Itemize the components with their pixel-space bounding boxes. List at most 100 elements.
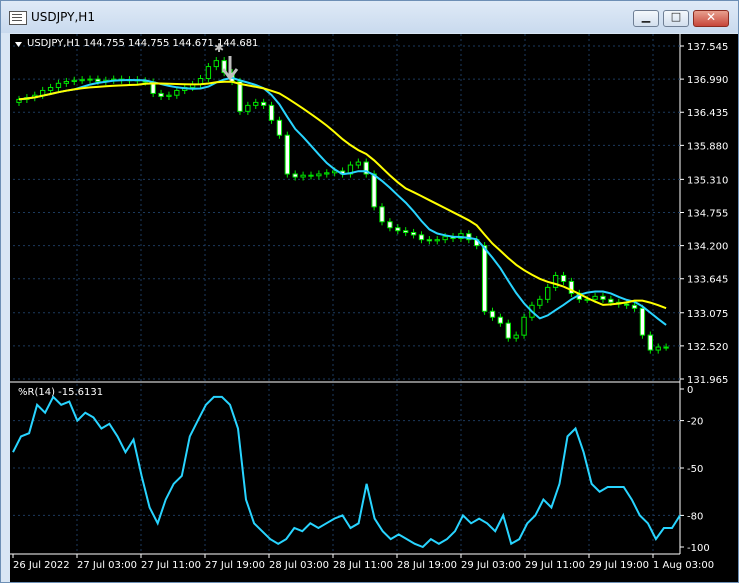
- candle: [276, 119, 283, 136]
- trade-marker-icon: ✱: [214, 41, 224, 55]
- candle: [505, 322, 511, 339]
- indicator-level-label: -20: [687, 417, 703, 428]
- mt-chart-window: USDJPY,H1 ▁ □ ✕ 137.545 136.990 136.435 135…: [0, 0, 739, 583]
- candle: [71, 79, 77, 83]
- candle: [260, 101, 267, 106]
- candle: [371, 173, 377, 208]
- time-label: 27 Jul 11:00: [141, 560, 201, 571]
- candle: [63, 81, 70, 84]
- header-dropdown-icon[interactable]: [15, 42, 22, 47]
- time-label: 27 Jul 03:00: [77, 560, 137, 571]
- candle: [442, 236, 448, 241]
- candle: [237, 81, 243, 112]
- chart-canvas[interactable]: 137.545 136.990 136.435 135.880 135.310 134.7…: [10, 34, 738, 582]
- indicator-panel-header: %R(14) -15.6131: [18, 387, 103, 398]
- close-icon: ✕: [705, 10, 717, 24]
- candle: [623, 303, 630, 306]
- minimize-button[interactable]: ▁: [633, 10, 659, 27]
- candle: [639, 307, 646, 336]
- candle: [174, 89, 180, 96]
- candle: [560, 274, 567, 282]
- candle: [592, 295, 598, 300]
- price-level-label: 134.200: [687, 242, 728, 253]
- window-title: USDJPY,H1: [31, 10, 95, 24]
- candle: [395, 227, 401, 232]
- williams-r-panel[interactable]: [12, 395, 681, 549]
- axis-labels: 137.545 136.990 136.435 135.880 135.310 134.7…: [13, 42, 728, 571]
- indicator-level-label: -80: [687, 511, 703, 522]
- candle: [489, 310, 496, 318]
- candle: [324, 172, 330, 175]
- candle: [434, 239, 440, 242]
- time-label: 28 Jul 11:00: [333, 560, 393, 571]
- candle: [521, 316, 527, 336]
- candle: [355, 161, 362, 166]
- candle: [663, 346, 669, 349]
- candle: [403, 230, 409, 233]
- candle: [426, 239, 433, 242]
- price-level-label: 136.435: [687, 108, 728, 119]
- price-level-label: 133.075: [687, 309, 728, 320]
- candle: [166, 94, 172, 97]
- price-level-label: 132.520: [687, 342, 728, 353]
- minimize-icon: ▁: [641, 10, 651, 23]
- candle: [387, 221, 393, 229]
- candle: [79, 79, 85, 82]
- time-label: 27 Jul 19:00: [205, 560, 265, 571]
- candle: [647, 334, 653, 351]
- time-label: 29 Jul 03:00: [461, 560, 521, 571]
- candle: [537, 298, 543, 306]
- candle: [253, 101, 259, 106]
- candle: [87, 78, 93, 81]
- candle: [655, 346, 661, 351]
- williams-r-line: [12, 395, 681, 549]
- candle: [158, 92, 164, 97]
- time-label: 1 Aug 03:00: [653, 560, 714, 571]
- ma-slow-line: [18, 80, 667, 310]
- candle: [600, 295, 606, 300]
- candle: [608, 298, 614, 303]
- window-title-bar[interactable]: USDJPY,H1 ▁ □ ✕: [1, 1, 738, 33]
- price-level-label: 135.880: [687, 141, 728, 152]
- chart-area[interactable]: 137.545 136.990 136.435 135.880 135.310 134.7…: [10, 34, 738, 582]
- indicator-level-label: -50: [687, 464, 703, 475]
- candle: [316, 173, 322, 177]
- time-label: 28 Jul 19:00: [397, 560, 457, 571]
- candle: [47, 86, 54, 91]
- candle: [308, 174, 314, 177]
- candle: [284, 134, 290, 175]
- time-label: 28 Jul 03:00: [269, 560, 329, 571]
- candle: [268, 104, 275, 121]
- price-panel[interactable]: [16, 57, 669, 354]
- candle: [631, 304, 638, 309]
- candle: [497, 316, 504, 324]
- close-button[interactable]: ✕: [693, 10, 729, 27]
- candle: [55, 82, 62, 88]
- candle: [379, 206, 385, 223]
- candle: [95, 78, 101, 83]
- time-label: 29 Jul 11:00: [525, 560, 585, 571]
- price-level-label: 134.755: [687, 209, 728, 220]
- indicator-level-label: 0: [687, 385, 693, 396]
- candle: [292, 173, 298, 178]
- candle: [300, 174, 306, 178]
- time-label: 26 Jul 2022: [13, 560, 70, 571]
- indicator-level-label: -100: [687, 543, 710, 554]
- candle: [513, 334, 519, 339]
- maximize-icon: □: [670, 10, 682, 23]
- maximize-button[interactable]: □: [663, 10, 689, 27]
- candle: [552, 274, 559, 288]
- time-label: 29 Jul 19:00: [589, 560, 649, 571]
- chart-window-icon: [9, 11, 27, 25]
- candle: [213, 60, 219, 68]
- candle: [545, 286, 551, 300]
- price-level-label: 136.990: [687, 75, 728, 86]
- candle: [418, 234, 425, 241]
- price-level-label: 137.545: [687, 42, 728, 53]
- price-level-label: 133.645: [687, 275, 728, 286]
- price-level-label: 135.310: [687, 175, 728, 186]
- candle: [481, 245, 488, 312]
- candle: [205, 66, 212, 80]
- candle: [410, 231, 417, 236]
- candle: [245, 104, 251, 112]
